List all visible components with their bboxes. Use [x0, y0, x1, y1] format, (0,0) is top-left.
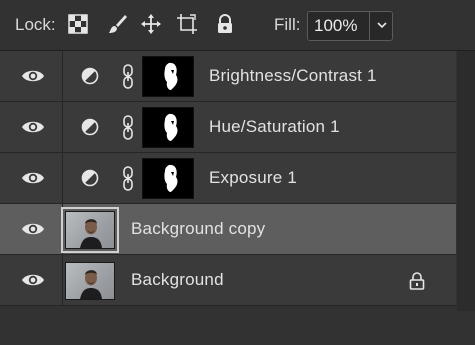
visibility-toggle[interactable]	[0, 51, 63, 102]
layer-row-brightness-contrast[interactable]: Brightness/Contrast 1	[0, 51, 456, 102]
layer-name: Background	[131, 270, 224, 289]
fill-opacity-field[interactable]: 100%	[307, 11, 393, 41]
lock-position-icon[interactable]	[140, 13, 162, 35]
layer-lock-icon[interactable]	[408, 271, 426, 291]
layer-mask-thumbnail[interactable]	[142, 107, 194, 148]
lock-all-icon[interactable]	[214, 13, 236, 35]
layer-row-hue-saturation[interactable]: Hue/Saturation 1	[0, 102, 456, 153]
layer-name: Exposure 1	[209, 168, 297, 187]
visibility-toggle[interactable]	[0, 102, 63, 153]
layer-name: Brightness/Contrast 1	[209, 66, 377, 85]
adjustment-layer-icon	[81, 118, 99, 136]
lock-transparent-pixels-icon[interactable]	[67, 13, 89, 35]
layer-list: Brightness/Contrast 1 Hue/Saturation 1 E…	[0, 51, 456, 306]
link-icon[interactable]	[121, 115, 135, 140]
fill-label: Fill:	[274, 15, 301, 34]
layer-thumbnail[interactable]	[65, 262, 115, 300]
eye-icon[interactable]	[21, 221, 45, 237]
layer-name: Hue/Saturation 1	[209, 117, 340, 136]
eye-icon[interactable]	[21, 272, 45, 288]
layers-scrollbar[interactable]	[457, 51, 475, 311]
fill-value[interactable]: 100%	[314, 16, 357, 36]
layer-mask-thumbnail[interactable]	[142, 158, 194, 199]
layer-row-exposure[interactable]: Exposure 1	[0, 153, 456, 204]
layers-panel: Lock: Fill: 100% Brightness/Contrast 1 H…	[0, 0, 475, 345]
eye-icon[interactable]	[21, 68, 45, 84]
visibility-toggle[interactable]	[0, 204, 63, 255]
chevron-down-icon[interactable]	[374, 17, 390, 33]
lock-artboard-icon[interactable]	[176, 13, 198, 35]
visibility-toggle[interactable]	[0, 255, 63, 306]
link-icon[interactable]	[121, 64, 135, 89]
link-icon[interactable]	[121, 166, 135, 191]
layer-row-background-copy[interactable]: Background copy	[0, 204, 456, 255]
adjustment-layer-icon	[81, 169, 99, 187]
fill-divider	[369, 12, 370, 40]
layer-thumbnail[interactable]	[61, 207, 119, 253]
adjustment-layer-icon	[81, 67, 99, 85]
layers-toolbar: Lock: Fill: 100%	[0, 0, 475, 51]
visibility-toggle[interactable]	[0, 153, 63, 204]
eye-icon[interactable]	[21, 170, 45, 186]
lock-image-pixels-icon[interactable]	[106, 13, 128, 35]
layer-row-background[interactable]: Background	[0, 255, 456, 306]
eye-icon[interactable]	[21, 119, 45, 135]
layer-name: Background copy	[131, 219, 266, 238]
layer-mask-thumbnail[interactable]	[142, 56, 194, 97]
lock-label: Lock:	[15, 15, 56, 34]
